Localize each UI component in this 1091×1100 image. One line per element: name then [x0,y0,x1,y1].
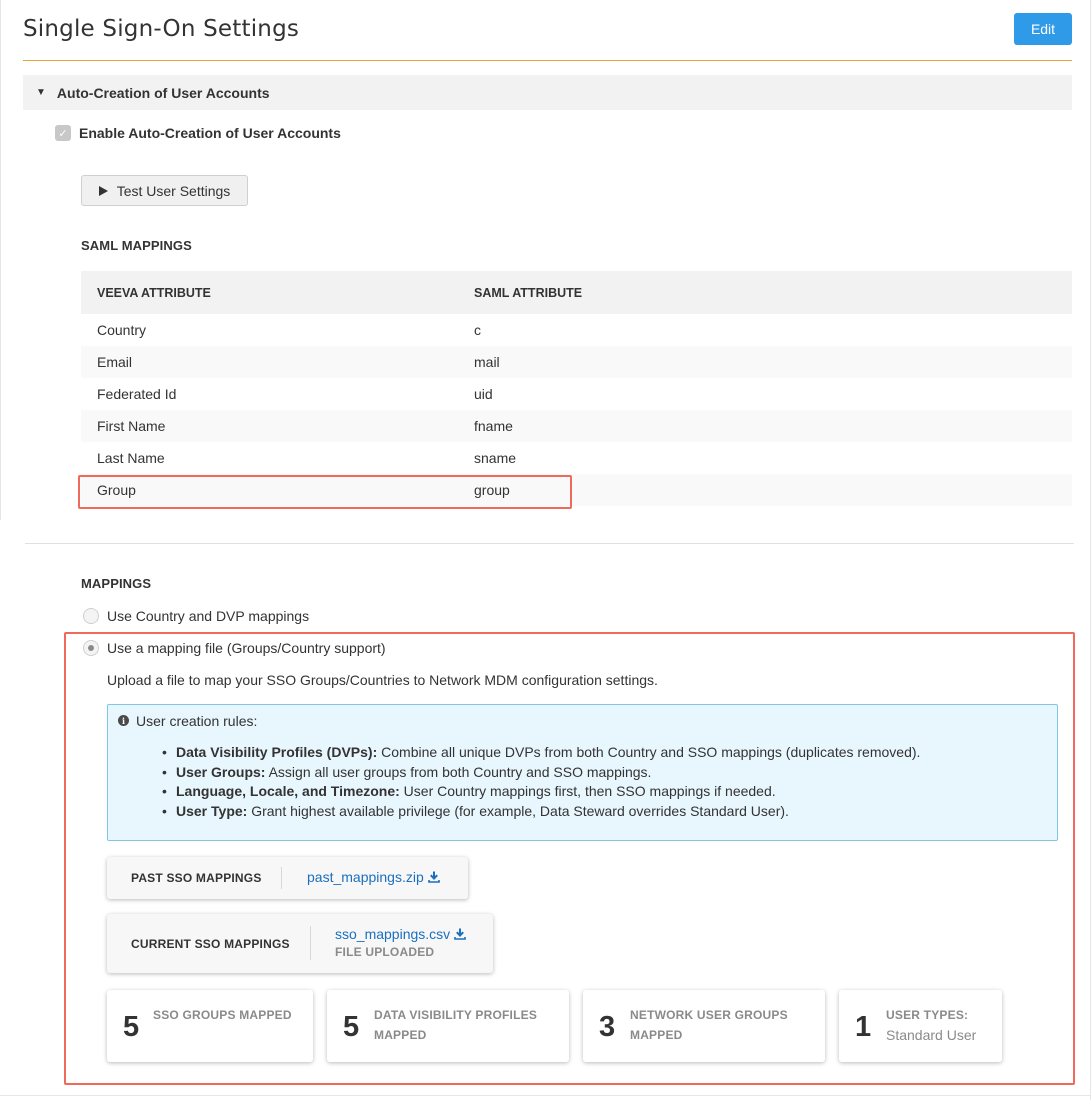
table-row: Federated Id uid [81,378,1072,410]
veeva-attribute-cell: Email [81,346,458,378]
file-link[interactable]: sso_mappings.csv [335,926,450,942]
table-row: Last Name sname [81,442,1072,474]
upload-description: Upload a file to map your SSO Groups/Cou… [107,672,658,688]
rule-term: User Type: [176,802,248,819]
country-dvp-option[interactable]: Use Country and DVP mappings [83,608,309,624]
page-title: Single Sign-On Settings [23,16,300,42]
saml-mappings-heading: SAML MAPPINGS [81,238,192,253]
rule-text: Grant highest available privilege (for e… [247,802,789,819]
list-item: Data Visibility Profiles (DVPs): Combine… [162,743,920,763]
rule-term: User Groups: [176,763,266,780]
current-sso-mappings-card: CURRENT SSO MAPPINGS sso_mappings.csv FI… [107,914,493,973]
current-mappings-download-link[interactable]: sso_mappings.csv [335,926,466,942]
rule-text: User Country mappings first, then SSO ma… [399,783,776,799]
table-header-row: VEEVA ATTRIBUTE SAML ATTRIBUTE [81,271,1072,314]
caret-down-icon[interactable]: ▼ [36,87,46,98]
past-sso-mappings-card: PAST SSO MAPPINGS past_mappings.zip [107,857,468,899]
saml-attribute-cell: c [474,322,481,338]
veeva-attribute-cell: Country [97,322,147,338]
table-row: First Name fname [81,410,1072,442]
stat-label: NETWORK USER GROUPS MAPPED [630,1005,788,1045]
edit-button[interactable]: Edit [1014,13,1072,45]
saml-attribute-cell: uid [474,386,493,402]
country-dvp-radio[interactable] [83,608,99,624]
stat-count: 5 [123,1011,140,1043]
column-header: VEEVA ATTRIBUTE [81,271,458,314]
page-header: Single Sign-On Settings Edit [23,0,1072,61]
saml-mappings-table: VEEVA ATTRIBUTE SAML ATTRIBUTE Country c… [81,271,1072,506]
dvp-mapped-card: 5 DATA VISIBILITY PROFILES MAPPED [327,990,569,1062]
table-row: Country c [81,314,1072,346]
auto-creation-section-header[interactable]: ▼ Auto-Creation of User Accounts [23,75,1072,110]
rules-list: Data Visibility Profiles (DVPs): Combine… [162,743,920,821]
list-item: Language, Locale, and Timezone: User Cou… [162,782,920,802]
rules-title: User creation rules: [136,713,258,729]
group-row-highlight [78,475,572,509]
saml-attribute-cell: fname [458,410,1072,442]
radio-label: Use Country and DVP mappings [107,608,310,624]
page-border [0,1095,1091,1096]
rule-text: Assign all user groups from both Country… [265,763,652,780]
network-user-groups-card: 3 NETWORK USER GROUPS MAPPED [583,990,825,1062]
table-row: Email mail [81,346,1072,378]
test-user-settings-button[interactable]: Test User Settings [81,175,248,206]
file-link[interactable]: past_mappings.zip [307,869,424,885]
list-item: User Groups: Assign all user groups from… [162,763,920,783]
card-separator [310,926,311,960]
section-title: Auto-Creation of User Accounts [56,84,270,101]
stat-label-line: MAPPED [630,1028,683,1042]
download-icon[interactable] [454,928,466,940]
enable-auto-creation-row: ✓ Enable Auto-Creation of User Accounts [55,125,341,141]
veeva-attribute-cell: First Name [81,410,458,442]
saml-attribute-cell: sname [474,450,517,466]
card-separator [281,867,282,889]
stat-count: 5 [343,1011,360,1043]
rule-term: Language, Locale, and Timezone: [176,783,400,799]
user-types-card: 1 USER TYPES: Standard User [839,990,1002,1062]
checkbox-label: Enable Auto-Creation of User Accounts [79,125,341,141]
download-icon[interactable] [427,871,440,883]
file-status: FILE UPLOADED [335,945,435,959]
stat-label: USER TYPES: Standard User [886,1005,976,1045]
stat-label-line: NETWORK USER GROUPS [630,1008,788,1022]
stat-count: 1 [855,1011,872,1043]
saml-attribute-cell: mail [458,346,1072,378]
stat-label: SSO GROUPS MAPPED [153,1008,292,1022]
list-item: User Type: Grant highest available privi… [162,802,920,822]
stat-count: 3 [599,1011,616,1043]
stat-value: Standard User [886,1027,977,1043]
rule-term: Data Visibility Profiles (DVPs): [176,744,378,760]
sso-groups-mapped-card: 5 SSO GROUPS MAPPED [107,990,313,1062]
rule-text: Combine all unique DVPs from both Countr… [377,744,921,760]
test-button-label: Test User Settings [116,182,231,199]
play-icon [98,185,108,196]
info-icon: i [118,715,129,726]
stat-label: DATA VISIBILITY PROFILES MAPPED [374,1005,537,1045]
past-mappings-label: PAST SSO MAPPINGS [131,871,262,885]
stat-label-line: DATA VISIBILITY PROFILES [374,1008,538,1022]
veeva-attribute-cell: Last Name [97,450,165,466]
current-mappings-label: CURRENT SSO MAPPINGS [131,937,290,951]
enable-auto-creation-checkbox[interactable]: ✓ [55,125,71,141]
stat-label-line: MAPPED [374,1028,427,1042]
mappings-heading: MAPPINGS [81,576,152,591]
section-divider [25,543,1074,544]
page-border [0,0,1,520]
stat-label-line: USER TYPES: [886,1008,969,1022]
column-header: SAML ATTRIBUTE [458,271,1072,314]
veeva-attribute-cell: Federated Id [97,386,177,402]
past-mappings-download-link[interactable]: past_mappings.zip [307,869,440,885]
user-creation-rules-box: i User creation rules: Data Visibility P… [107,704,1058,841]
